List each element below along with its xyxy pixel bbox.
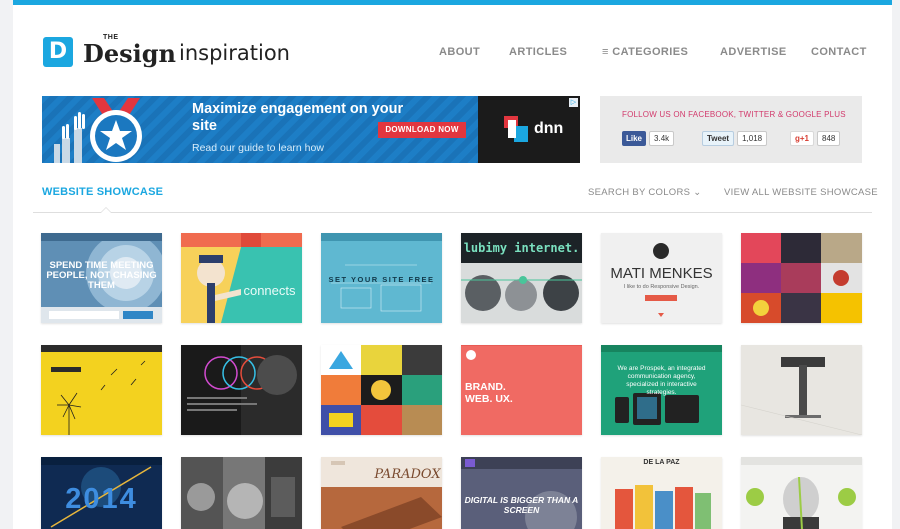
section-divider-notch: [100, 207, 112, 213]
tweet-count: 1,018: [737, 131, 768, 146]
chevron-down-icon: ⌄: [690, 187, 702, 198]
search-by-colors-label: SEARCH BY COLORS: [588, 187, 691, 198]
thumb-image: [601, 233, 722, 323]
nav-about[interactable]: ABOUT: [439, 46, 480, 58]
thumb-image: [181, 457, 302, 529]
view-all-showcase-link[interactable]: VIEW ALL WEBSITE SHOWCASE: [724, 187, 878, 198]
social-title: FOLLOW US ON FACEBOOK, TWITTER & GOOGLE …: [622, 110, 846, 119]
thumb-image: [601, 345, 722, 435]
thumb-image: [41, 457, 162, 529]
section-title[interactable]: WEBSITE SHOWCASE: [42, 186, 163, 198]
ad-banner[interactable]: Maximize engagement on your site Read ou…: [42, 96, 580, 163]
showcase-thumb[interactable]: DIGITAL IS BIGGER THAN A SCREEN: [461, 457, 582, 529]
thumb-image: [321, 233, 442, 323]
showcase-thumb[interactable]: SPEND TIME MEETING PEOPLE, NOT CHASING T…: [41, 233, 162, 323]
showcase-thumb[interactable]: PARADOX: [321, 457, 442, 529]
thumb-image: [461, 345, 582, 435]
nav-contact[interactable]: CONTACT: [811, 46, 867, 58]
twitter-tweet[interactable]: Tweet 1,018: [702, 131, 768, 146]
banner-subtext: Read our guide to learn how: [192, 142, 324, 154]
google-plus-button[interactable]: g+1: [790, 131, 815, 146]
facebook-like-count: 3.4k: [649, 131, 675, 146]
showcase-thumb[interactable]: DE LA PAZ: [601, 457, 722, 529]
section-divider: [33, 212, 872, 213]
banner-brand-panel: dnn: [478, 96, 580, 163]
google-plus-count: 848: [817, 131, 841, 146]
thumb-image: [741, 345, 862, 435]
showcase-thumb[interactable]: BRAND. WEB. UX.: [461, 345, 582, 435]
thumb-image: [41, 233, 162, 323]
social-box: FOLLOW US ON FACEBOOK, TWITTER & GOOGLE …: [600, 96, 862, 163]
showcase-thumb[interactable]: SET YOUR SITE FREE: [321, 233, 442, 323]
nav-categories[interactable]: ≡ CATEGORIES: [602, 46, 688, 58]
banner-brand-name: dnn: [534, 120, 564, 137]
thumb-image: [321, 457, 442, 529]
thumb-image: [741, 233, 862, 323]
thumb-image: [41, 345, 162, 435]
showcase-thumb[interactable]: [181, 345, 302, 435]
search-by-colors-link[interactable]: SEARCH BY COLORS ⌄: [588, 187, 702, 198]
ad-choices-icon[interactable]: ▷: [569, 98, 578, 107]
showcase-thumb[interactable]: lubimy internet.: [461, 233, 582, 323]
showcase-thumb[interactable]: [181, 457, 302, 529]
thumb-image: [181, 345, 302, 435]
showcase-thumb[interactable]: [741, 457, 862, 529]
showcase-thumb[interactable]: [741, 345, 862, 435]
nav-advertise[interactable]: ADVERTISE: [720, 46, 787, 58]
nav-articles[interactable]: ARTICLES: [509, 46, 567, 58]
page: D THE Design inspiration ABOUT ARTICLES …: [13, 0, 892, 529]
thumb-image: [601, 457, 722, 529]
showcase-thumb[interactable]: MATI MENKES I like to do Responsive Desi…: [601, 233, 722, 323]
thumb-image: [741, 457, 862, 529]
thumb-image: [461, 233, 582, 323]
download-now-button[interactable]: DOWNLOAD NOW: [378, 122, 466, 138]
thumb-image: [181, 233, 302, 323]
tweet-button[interactable]: Tweet: [702, 131, 735, 146]
showcase-thumb[interactable]: [321, 345, 442, 435]
showcase-thumb[interactable]: [41, 345, 162, 435]
showcase-thumb[interactable]: 2014: [41, 457, 162, 529]
thumb-image: [461, 457, 582, 529]
facebook-like-button[interactable]: Like: [622, 131, 647, 146]
facebook-like[interactable]: Like 3.4k: [622, 131, 675, 146]
showcase-thumb[interactable]: We are Prospek, an integrated communicat…: [601, 345, 722, 435]
top-accent-bar: [13, 0, 892, 5]
showcase-thumb[interactable]: [741, 233, 862, 323]
medal-icon: [54, 98, 142, 163]
google-plus-one[interactable]: g+1 848: [790, 131, 841, 146]
main-nav: ABOUT ARTICLES ≡ CATEGORIES ADVERTISE CO…: [13, 46, 892, 60]
showcase-thumb[interactable]: connects: [181, 233, 302, 323]
thumb-image: [321, 345, 442, 435]
dnn-logo-icon: [504, 116, 528, 142]
